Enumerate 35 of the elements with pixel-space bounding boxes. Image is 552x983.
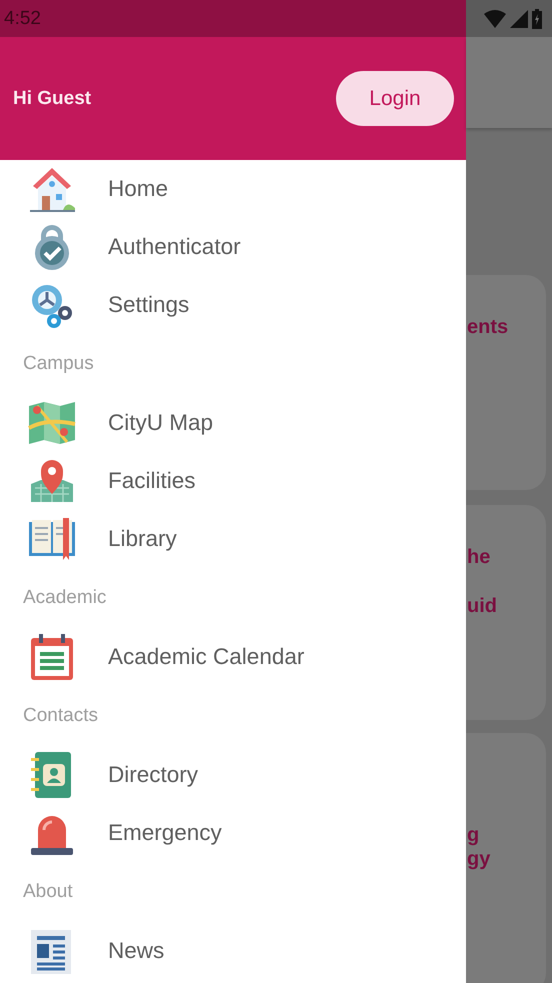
card-text: g: [467, 823, 480, 847]
menu-item-label: Authenticator: [108, 234, 241, 260]
clock-time: 4:52: [4, 8, 41, 30]
menu-item[interactable]: Home: [0, 160, 466, 218]
battery-icon: [532, 8, 542, 28]
menu-item-label: Directory: [108, 762, 198, 788]
menu-item[interactable]: Academic Calendar: [0, 628, 466, 686]
menu-item-label: CityU Map: [108, 410, 214, 436]
menu-item-label: Academic Calendar: [108, 644, 304, 670]
menu-item-label: Emergency: [108, 820, 222, 846]
card-text: gy: [467, 847, 490, 871]
menu-item-label: Library: [108, 526, 177, 552]
greeting-text: Hi Guest: [13, 88, 92, 110]
section-header: Academic: [22, 586, 108, 610]
menu-item-label: Home: [108, 176, 168, 202]
menu-item[interactable]: Settings: [0, 276, 466, 334]
signal-icon: [510, 10, 528, 28]
menu-item[interactable]: Library: [0, 510, 466, 568]
section-header: Campus: [22, 352, 95, 376]
menu-item[interactable]: Facilities: [0, 452, 466, 510]
menu-item[interactable]: CityU Map: [0, 394, 466, 452]
card-text: uid: [467, 594, 497, 618]
section-header: Contacts: [22, 704, 99, 728]
login-button[interactable]: Login: [336, 71, 454, 126]
menu-item-label: Facilities: [108, 468, 196, 494]
menu-item-label: Settings: [108, 292, 190, 318]
card-text: he: [467, 545, 490, 569]
card-text: ents: [467, 315, 508, 339]
wifi-icon: [484, 10, 506, 28]
menu-item[interactable]: News: [0, 922, 466, 980]
section-header: About: [22, 880, 74, 904]
menu-item[interactable]: Emergency: [0, 804, 466, 862]
menu-item-label: News: [108, 938, 164, 964]
menu-item[interactable]: Authenticator: [0, 218, 466, 276]
menu-item[interactable]: Directory: [0, 746, 466, 804]
